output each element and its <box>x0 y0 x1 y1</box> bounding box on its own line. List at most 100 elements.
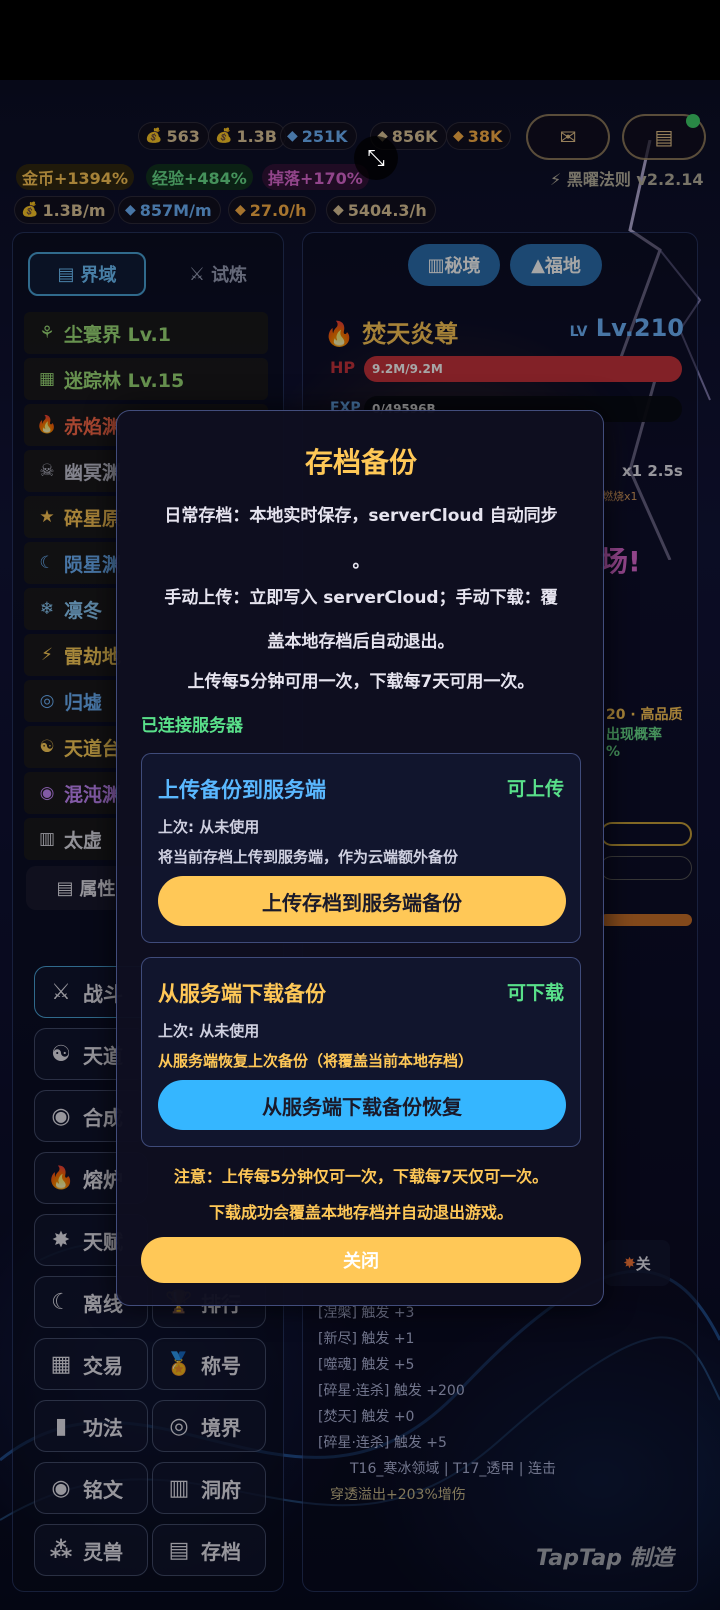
fortune-land-button[interactable]: ▲ 福地 <box>510 244 602 286</box>
realm-icon: ★ <box>39 507 55 527</box>
version-label: ⚡ 黑曜法则 v2.2.14 <box>550 170 704 189</box>
resource-value: 856K <box>391 126 438 146</box>
nav-cave-button[interactable]: ▥ 洞府 <box>152 1462 266 1514</box>
right-progress-strip <box>600 914 692 926</box>
download-description: 从服务端恢复上次备份（将覆盖当前本地存档） <box>158 1052 474 1070</box>
nav-save-button[interactable]: ▤ 存档 <box>152 1524 266 1576</box>
combat-log-line: T16_寒冰领域 | T17_透甲 | 连击 <box>350 1461 556 1477</box>
nav-label: 功法 <box>83 1415 123 1440</box>
download-restore-button[interactable]: 从服务端下载备份恢复 <box>158 1080 566 1130</box>
resource-chip: ◆ 251K <box>280 122 357 150</box>
nav-realm-button[interactable]: ◎ 境界 <box>152 1400 266 1452</box>
realm-icon: ◎ <box>39 691 55 711</box>
download-status: 可下载 <box>506 982 564 1004</box>
upload-status: 可上传 <box>506 778 564 800</box>
combat-log-line: 穿透溢出+203%增伤 <box>330 1487 466 1503</box>
hp-label: HP <box>330 358 356 377</box>
resource-chip: 💰 563 <box>138 122 209 150</box>
sun-icon: ✸ <box>51 1227 71 1253</box>
combat-log-line: [噬魂] 触发 +5 <box>318 1357 415 1373</box>
realm-name: 幽冥渊 <box>64 461 122 484</box>
nav-title-button[interactable]: 🏅 称号 <box>152 1338 266 1390</box>
info-cooldown: 上传每5分钟可用一次，下载每7天可用一次。 <box>187 672 535 692</box>
rate-chip: ◆ 27.0/h <box>228 196 316 224</box>
fragment-label: 关 <box>635 1254 651 1273</box>
exp-bonus-badge: 经验+484% <box>146 164 253 190</box>
resource-value: 563 <box>166 126 200 146</box>
realm-item[interactable]: ⚘ 尘寰界 Lv.1 <box>24 312 268 354</box>
realm-name: 凛冬 <box>64 599 103 622</box>
right-input-gold[interactable] <box>600 822 692 846</box>
realm-name: 天道台 <box>64 737 122 760</box>
realm-item[interactable]: ▦ 迷踪林 Lv.15 <box>24 358 268 400</box>
backup-dialog: 存档备份 日常存档：本地实时保存，serverCloud 自动同步 。 手动上传… <box>116 410 604 1306</box>
tab-realm[interactable]: ▤ 界域 <box>28 252 146 296</box>
realm-icon: ◉ <box>39 783 55 803</box>
right-close-fragment[interactable]: ✸ 关 <box>604 1240 670 1286</box>
info-manual-upload-cont: 盖本地存档后自动退出。 <box>267 632 455 652</box>
nav-inscription-button[interactable]: ◉ 铭文 <box>34 1462 148 1514</box>
realm-icon: ⚘ <box>39 323 55 343</box>
nav-beast-button[interactable]: ⁂ 灵兽 <box>34 1524 148 1576</box>
status-bar <box>0 0 720 80</box>
mailbox-button[interactable]: ✉ <box>526 114 610 160</box>
resource-chip: ◆ 38K <box>446 122 512 150</box>
gem-icon: ◆ <box>235 202 246 218</box>
swords-icon: ⚔ <box>188 263 206 285</box>
mailbox-icon: ✉ <box>559 125 577 149</box>
tab-trial[interactable]: ⚔ 试炼 <box>168 252 268 296</box>
moon-icon: ☾ <box>51 1289 71 1315</box>
book-icon: ▮ <box>54 1413 68 1439</box>
resource-value: 251K <box>301 126 348 146</box>
tab-label: 试炼 <box>211 265 248 286</box>
pill-label: 秘境 <box>444 256 481 277</box>
paw-icon: ⁂ <box>49 1537 73 1563</box>
crystal-icon: ◆ <box>333 202 344 218</box>
swords-icon: ⚔ <box>51 979 71 1005</box>
realm-name: 陨星渊 <box>64 553 122 576</box>
floppy-icon: ▤ <box>168 1537 190 1563</box>
mountain-icon: ▲ <box>531 254 545 276</box>
notification-dot <box>686 114 700 128</box>
rate-chip: ◆ 5404.3/h <box>326 196 436 224</box>
realm-icon: ❄ <box>39 599 55 619</box>
quest-button[interactable]: ▤ <box>622 114 706 160</box>
warning-note-overwrite: 下载成功会覆盖本地存档并自动退出游戏。 <box>208 1203 513 1222</box>
hero-level: LV Lv.210 <box>570 314 684 342</box>
version-text: 黑曜法则 v2.2.14 <box>566 170 704 189</box>
quality-text: 20 · 高品质 <box>606 707 683 723</box>
hero-name: 🔥 焚天炎尊 <box>324 320 459 348</box>
nav-label: 铭文 <box>83 1477 123 1502</box>
rate-value: 1.3B/m <box>42 200 106 220</box>
hp-text: 9.2M/9.2M <box>372 362 443 376</box>
lv-prefix: LV <box>569 324 588 340</box>
realm-icon: ▦ <box>38 369 56 389</box>
skill-tag: 燃烧x1 <box>602 490 638 503</box>
gem-icon: ◆ <box>453 128 464 144</box>
clipboard-icon: ▤ <box>56 877 74 899</box>
realm-icon: ☾ <box>39 553 55 573</box>
rate-value: 27.0/h <box>249 200 307 220</box>
realm-icon: ⚡ <box>41 645 53 665</box>
hp-bar: 9.2M/9.2M <box>364 356 682 382</box>
realm-icon: 🔥 <box>36 415 58 435</box>
tab-label: 界域 <box>80 265 117 286</box>
rate-chip: 💰 1.3B/m <box>14 196 115 224</box>
collapse-icon[interactable]: ⤡ <box>354 136 398 180</box>
realm-name: 归墟 <box>64 691 103 714</box>
nav-label: 存档 <box>201 1539 241 1564</box>
ingot-icon: 💰 <box>145 128 163 144</box>
secret-realm-button[interactable]: ▥ 秘境 <box>408 244 500 286</box>
combat-log-line: [碎星·连杀] 触发 +200 <box>318 1383 465 1399</box>
nav-skill-button[interactable]: ▮ 功法 <box>34 1400 148 1452</box>
right-input-plain[interactable] <box>600 856 692 880</box>
taptap-watermark: TapTap 制造 <box>536 1546 674 1571</box>
nav-trade-button[interactable]: ▦ 交易 <box>34 1338 148 1390</box>
resource-value: 1.3B <box>236 126 277 146</box>
tab-label: 属性 <box>79 879 116 900</box>
rate-value: 857M/m <box>139 200 212 220</box>
realm-name: 迷踪林 Lv.15 <box>64 369 185 392</box>
upload-backup-button[interactable]: 上传存档到服务端备份 <box>158 876 566 926</box>
close-button[interactable]: 关闭 <box>141 1237 581 1283</box>
resource-chip: 💰 1.3B <box>208 122 286 150</box>
